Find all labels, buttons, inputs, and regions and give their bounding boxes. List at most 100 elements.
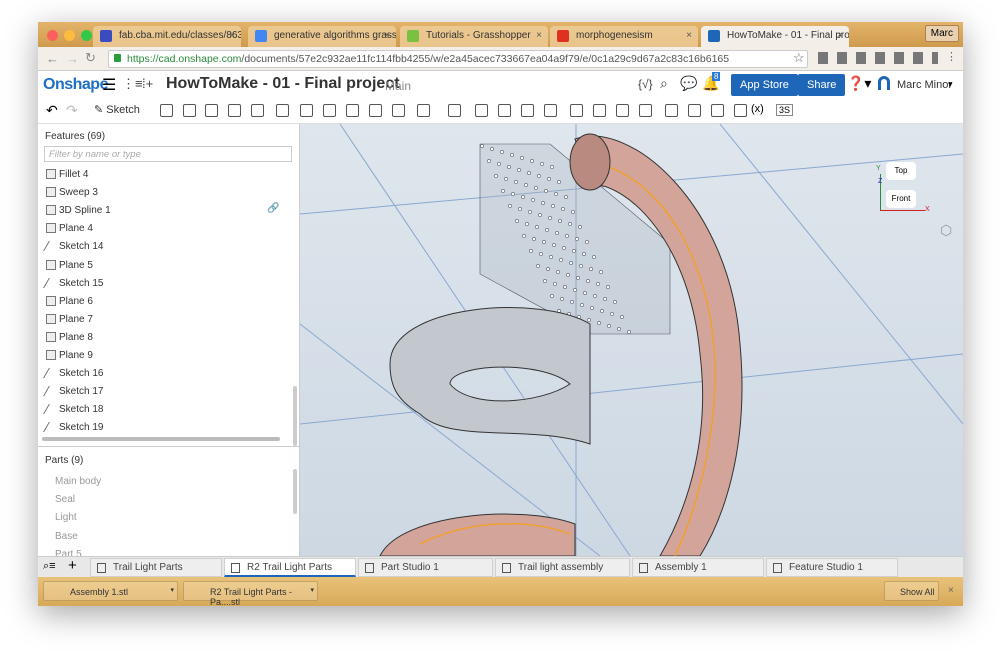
view-cube[interactable]: Top Front Y Z X xyxy=(876,162,940,222)
browser-tab[interactable]: Tutorials - Grasshopper × xyxy=(400,26,548,47)
view-cube-top[interactable]: Top xyxy=(886,162,916,180)
menu-icon[interactable]: ⋮ xyxy=(946,50,957,63)
user-menu[interactable]: Marc Minor xyxy=(897,79,952,91)
toolbar-tool-icon[interactable] xyxy=(734,104,747,117)
document-tab[interactable]: Trail Light Parts xyxy=(90,558,222,577)
feature-item[interactable]: Sketch 17 xyxy=(43,384,291,402)
feature-item[interactable]: Sketch 18 xyxy=(43,402,291,420)
close-tab-icon[interactable]: × xyxy=(384,30,390,41)
feature-list-icon[interactable]: ⋮≡ xyxy=(122,76,143,92)
close-tab-icon[interactable]: × xyxy=(686,30,692,41)
feature-item[interactable]: Plane 7 xyxy=(46,312,291,330)
redo-icon[interactable]: ↷ xyxy=(66,102,78,119)
feature-item[interactable]: Plane 4 xyxy=(46,221,291,239)
feature-item[interactable]: 3D Spline 1 xyxy=(46,203,291,221)
model-graphics[interactable] xyxy=(299,123,963,557)
comment-icon[interactable]: 💬 xyxy=(680,75,697,92)
feature-item[interactable]: Sketch 15 xyxy=(43,276,291,294)
close-downloads-button[interactable]: × xyxy=(948,585,954,596)
toolbar-tool-icon[interactable] xyxy=(544,104,557,117)
document-tab[interactable]: Part Studio 1 xyxy=(358,558,493,577)
horizontal-scrollbar[interactable] xyxy=(42,437,280,441)
app-store-button[interactable]: App Store xyxy=(731,74,798,96)
close-window-button[interactable] xyxy=(47,30,58,41)
toolbar-tool-icon[interactable] xyxy=(251,104,264,117)
forward-icon[interactable]: → xyxy=(66,51,79,66)
document-title[interactable]: HowToMake - 01 - Final project xyxy=(166,75,400,93)
document-tab[interactable]: Trail light assembly xyxy=(495,558,630,577)
document-tab[interactable]: Feature Studio 1 xyxy=(766,558,898,577)
show-all-button[interactable]: Show All xyxy=(884,581,939,601)
feature-item[interactable]: Plane 9 xyxy=(46,348,291,366)
toolbar-tool-icon[interactable] xyxy=(639,104,652,117)
view-options-icon[interactable]: ⬡ xyxy=(940,222,952,239)
minimize-window-button[interactable] xyxy=(64,30,75,41)
browser-tab[interactable]: morphogenesism × xyxy=(550,26,698,47)
add-tab-button[interactable]: + xyxy=(68,557,77,574)
toolbar-tool-icon[interactable] xyxy=(160,104,173,117)
variable-tool[interactable]: (x) xyxy=(751,103,764,115)
document-tab[interactable]: Assembly 1 xyxy=(632,558,764,577)
insert-icon[interactable]: ⁞+ xyxy=(142,76,153,91)
toolbar-tool-icon[interactable] xyxy=(521,104,534,117)
feature-item[interactable]: Sketch 16 xyxy=(43,366,291,384)
tab-search-icon[interactable]: ⌕≡ xyxy=(43,560,56,573)
toolbar-tool-icon[interactable] xyxy=(205,104,218,117)
close-tab-icon[interactable]: × xyxy=(837,30,843,41)
toolbar-tool-icon[interactable] xyxy=(665,104,678,117)
feature-item[interactable]: Sketch 14 xyxy=(43,239,291,257)
url-input[interactable]: https://cad.onshape.com/documents/57e2c9… xyxy=(108,50,808,68)
part-item[interactable]: Main body xyxy=(55,476,101,487)
toolbar-tool-icon[interactable] xyxy=(448,104,461,117)
bookmark-star-icon[interactable]: ☆ xyxy=(793,50,805,66)
features-scrollbar[interactable] xyxy=(293,386,297,446)
3d-spline-tool[interactable]: 3S xyxy=(776,104,794,116)
branch-label[interactable]: Main xyxy=(385,79,411,93)
toolbar-tool-icon[interactable] xyxy=(688,104,701,117)
parts-scrollbar[interactable] xyxy=(293,469,297,514)
browser-tab[interactable]: HowToMake - 01 - Final projec× xyxy=(701,26,849,47)
back-icon[interactable]: ← xyxy=(46,51,59,66)
toolbar-tool-icon[interactable] xyxy=(711,104,724,117)
reload-icon[interactable]: ↻ xyxy=(85,50,96,66)
feature-item[interactable]: Plane 6 xyxy=(46,294,291,312)
download-item[interactable]: R2 Trail Light Parts - Pa....stl ▾ xyxy=(183,581,318,606)
part-item[interactable]: Seal xyxy=(55,494,75,505)
feature-item[interactable]: Sketch 19 xyxy=(43,420,291,438)
chevron-down-icon[interactable]: ▾ xyxy=(948,79,953,90)
toolbar-tool-icon[interactable] xyxy=(475,104,488,117)
hamburger-menu-icon[interactable]: ☰ xyxy=(102,75,116,95)
toolbar-tool-icon[interactable] xyxy=(346,104,359,117)
toolbar-tool-icon[interactable] xyxy=(570,104,583,117)
search-icon[interactable]: ⌕ xyxy=(660,75,668,92)
toolbar-tool-icon[interactable] xyxy=(392,104,405,117)
profile-button[interactable]: Marc xyxy=(924,25,959,42)
variables-icon[interactable]: {√} xyxy=(638,77,653,91)
link-icon[interactable]: 🔗 xyxy=(267,203,279,214)
browser-tab[interactable]: generative algorithms grassho × xyxy=(248,26,396,47)
maximize-window-button[interactable] xyxy=(81,30,92,41)
sketch-button[interactable]: ✎ Sketch xyxy=(94,103,140,116)
toolbar-tool-icon[interactable] xyxy=(498,104,511,117)
view-cube-front[interactable]: Front xyxy=(886,190,916,208)
feature-item[interactable]: Sweep 3 xyxy=(46,185,291,203)
toolbar-tool-icon[interactable] xyxy=(183,104,196,117)
toolbar-tool-icon[interactable] xyxy=(616,104,629,117)
extension-icons[interactable] xyxy=(818,52,938,64)
3d-viewport[interactable]: Top Front Y Z X ⬡ xyxy=(299,123,963,557)
toolbar-tool-icon[interactable] xyxy=(300,104,313,117)
part-item[interactable]: Light xyxy=(55,512,77,523)
close-tab-icon[interactable]: × xyxy=(536,30,542,41)
toolbar-tool-icon[interactable] xyxy=(323,104,336,117)
toolbar-tool-icon[interactable] xyxy=(369,104,382,117)
browser-tab[interactable]: fab.cba.mit.edu/classes/863.1 × xyxy=(93,26,241,47)
share-button[interactable]: Share xyxy=(798,74,846,96)
undo-icon[interactable]: ↶ xyxy=(46,102,58,119)
help-icon[interactable]: ❓▾ xyxy=(847,75,871,92)
document-tab[interactable]: R2 Trail Light Parts xyxy=(224,558,356,577)
feature-item[interactable]: Plane 8 xyxy=(46,330,291,348)
part-item[interactable]: Base xyxy=(55,531,78,542)
user-avatar-icon[interactable] xyxy=(878,76,890,90)
onshape-logo[interactable]: Onshape xyxy=(43,76,108,94)
feature-item[interactable]: Plane 5 xyxy=(46,258,291,276)
